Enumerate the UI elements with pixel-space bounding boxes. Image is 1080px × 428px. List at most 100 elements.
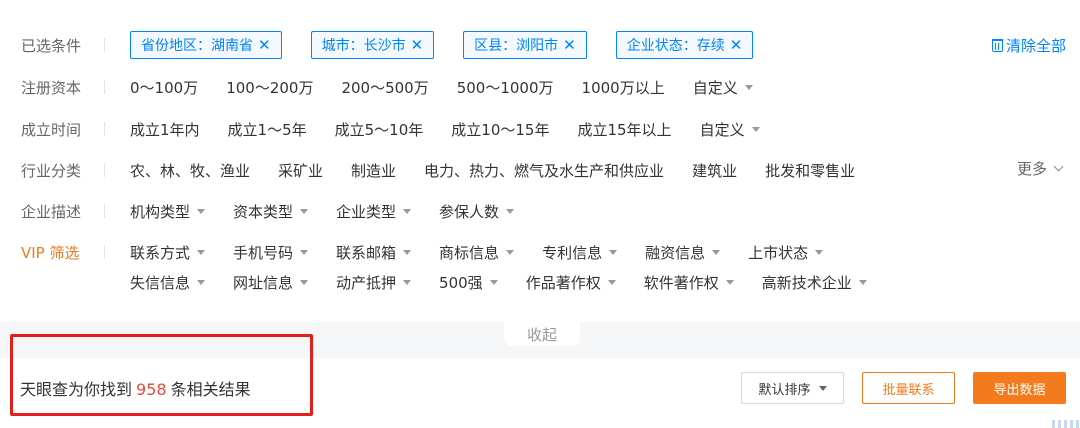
caret-down-icon <box>725 279 734 285</box>
founded-option[interactable]: 成立1年内 <box>130 119 200 140</box>
tag-label: 省份地区：湖南省 <box>141 38 253 54</box>
selected-tags: 省份地区：湖南省 ✕ 城市：长沙市 ✕ 区县：浏阳市 ✕ 企业状态：存续 ✕ <box>130 31 754 59</box>
close-icon[interactable]: ✕ <box>258 36 271 54</box>
vip-options-row1: 联系方式 手机号码 联系邮箱 商标信息 专利信息 融资信息 上市状态 <box>130 242 824 263</box>
clear-all-button[interactable]: 清除全部 <box>991 35 1066 56</box>
capital-option[interactable]: 100～200万 <box>226 77 313 98</box>
capital-label: 注册资本 <box>21 78 82 97</box>
founded-option[interactable]: 成立15年以上 <box>577 119 671 140</box>
dropdown-label: 资本类型 <box>233 202 294 221</box>
tag-city[interactable]: 城市：长沙市 ✕ <box>310 31 435 59</box>
tag-county[interactable]: 区县：浏阳市 ✕ <box>463 31 587 59</box>
vip-dropdown[interactable]: 专利信息 <box>542 242 618 263</box>
row-separator <box>104 204 105 218</box>
dropdown-label: 商标信息 <box>439 243 500 262</box>
row-separator <box>104 122 105 136</box>
vip-dropdown[interactable]: 网址信息 <box>233 272 309 293</box>
caret-down-icon <box>506 249 515 255</box>
vip-dropdown[interactable]: 上市状态 <box>748 242 824 263</box>
row-separator <box>104 38 105 52</box>
capital-option[interactable]: 1000万以上 <box>582 77 665 98</box>
founded-option[interactable]: 成立1～5年 <box>228 119 307 140</box>
founded-option[interactable]: 成立10～15年 <box>451 119 549 140</box>
vip-options-row2: 失信信息 网址信息 动产抵押 500强 作品著作权 软件著作权 高新技术企业 <box>130 272 867 293</box>
export-data-label: 导出数据 <box>993 382 1046 398</box>
vip-dropdown[interactable]: 融资信息 <box>645 242 721 263</box>
sort-dropdown[interactable]: 默认排序 <box>741 372 844 404</box>
caret-down-icon <box>300 208 309 214</box>
description-dropdown[interactable]: 企业类型 <box>336 201 412 222</box>
founded-custom-dropdown[interactable]: 自定义 <box>700 119 760 140</box>
batch-contact-button[interactable]: 批量联系 <box>862 372 955 404</box>
tag-label: 区县：浏阳市 <box>474 38 559 54</box>
industry-option[interactable]: 电力、热力、燃气及水生产和供应业 <box>424 160 664 181</box>
row-separator <box>104 80 105 94</box>
filter-panel: 已选条件 省份地区：湖南省 ✕ 城市：长沙市 ✕ 区县：浏阳市 ✕ 企业状态：存续 ✕ … <box>0 0 1080 322</box>
industry-option[interactable]: 批发和零售业 <box>765 160 855 181</box>
selected-conditions-label: 已选条件 <box>21 36 82 55</box>
more-industry-button[interactable]: 更多 <box>1016 158 1064 179</box>
dropdown-label: 网址信息 <box>233 273 294 292</box>
description-dropdown[interactable]: 机构类型 <box>130 201 206 222</box>
description-dropdown[interactable]: 参保人数 <box>439 201 515 222</box>
tag-label: 城市：长沙市 <box>321 38 406 54</box>
dropdown-label: 联系邮箱 <box>336 243 397 262</box>
description-dropdown[interactable]: 资本类型 <box>233 201 309 222</box>
caret-down-icon <box>751 126 760 132</box>
industry-option[interactable]: 建筑业 <box>692 160 737 181</box>
tag-status[interactable]: 企业状态：存续 ✕ <box>615 31 754 59</box>
caret-down-icon <box>403 279 412 285</box>
vip-label: VIP 筛选 <box>21 243 80 262</box>
founded-label: 成立时间 <box>21 120 82 139</box>
vip-dropdown[interactable]: 作品著作权 <box>526 272 616 293</box>
capital-custom-label: 自定义 <box>692 78 738 97</box>
industry-option[interactable]: 农、林、牧、渔业 <box>130 160 250 181</box>
dropdown-label: 动产抵押 <box>336 273 397 292</box>
collapse-button[interactable]: 收起 <box>504 322 580 346</box>
dropdown-label: 软件著作权 <box>643 273 719 292</box>
capital-custom-dropdown[interactable]: 自定义 <box>693 77 753 98</box>
tag-province[interactable]: 省份地区：湖南省 ✕ <box>130 31 282 59</box>
caret-down-icon <box>300 249 309 255</box>
vip-dropdown[interactable]: 手机号码 <box>233 242 309 263</box>
vip-dropdown[interactable]: 500强 <box>439 272 498 293</box>
highlight-box <box>10 334 313 416</box>
caret-down-icon <box>858 279 867 285</box>
industry-option[interactable]: 采矿业 <box>278 160 323 181</box>
clear-all-label: 清除全部 <box>1005 37 1066 55</box>
description-options: 机构类型 资本类型 企业类型 参保人数 <box>130 201 515 222</box>
founded-custom-label: 自定义 <box>699 120 745 139</box>
vip-dropdown[interactable]: 高新技术企业 <box>762 272 867 293</box>
decorative-edge <box>1052 420 1080 428</box>
vip-dropdown[interactable]: 失信信息 <box>130 272 206 293</box>
caret-down-icon <box>403 249 412 255</box>
export-data-button[interactable]: 导出数据 <box>973 372 1066 404</box>
vip-dropdown[interactable]: 软件著作权 <box>644 272 734 293</box>
chevron-down-icon <box>1053 161 1064 172</box>
dropdown-label: 作品著作权 <box>525 273 601 292</box>
capital-option[interactable]: 500～1000万 <box>457 77 554 98</box>
caret-down-icon <box>506 208 515 214</box>
sort-label: 默认排序 <box>758 382 811 398</box>
dropdown-label: 机构类型 <box>130 202 191 221</box>
founded-option[interactable]: 成立5～10年 <box>335 119 424 140</box>
vip-dropdown[interactable]: 联系邮箱 <box>336 242 412 263</box>
vip-dropdown[interactable]: 联系方式 <box>130 242 206 263</box>
close-icon[interactable]: ✕ <box>563 36 576 54</box>
capital-options: 0～100万 100～200万 200～500万 500～1000万 1000万… <box>130 77 753 98</box>
industry-options: 农、林、牧、渔业 采矿业 制造业 电力、热力、燃气及水生产和供应业 建筑业 批发… <box>130 160 855 181</box>
industry-option[interactable]: 制造业 <box>351 160 396 181</box>
capital-option[interactable]: 200～500万 <box>341 77 428 98</box>
more-label: 更多 <box>1016 160 1047 178</box>
caret-down-icon <box>403 208 412 214</box>
caret-down-icon <box>489 279 498 285</box>
caret-down-icon <box>197 208 206 214</box>
close-icon[interactable]: ✕ <box>730 36 743 54</box>
vip-dropdown[interactable]: 商标信息 <box>439 242 515 263</box>
close-icon[interactable]: ✕ <box>411 36 424 54</box>
capital-option[interactable]: 0～100万 <box>130 77 198 98</box>
caret-down-icon <box>197 249 206 255</box>
description-label: 企业描述 <box>21 202 82 221</box>
dropdown-label: 500强 <box>439 273 483 292</box>
vip-dropdown[interactable]: 动产抵押 <box>336 272 412 293</box>
